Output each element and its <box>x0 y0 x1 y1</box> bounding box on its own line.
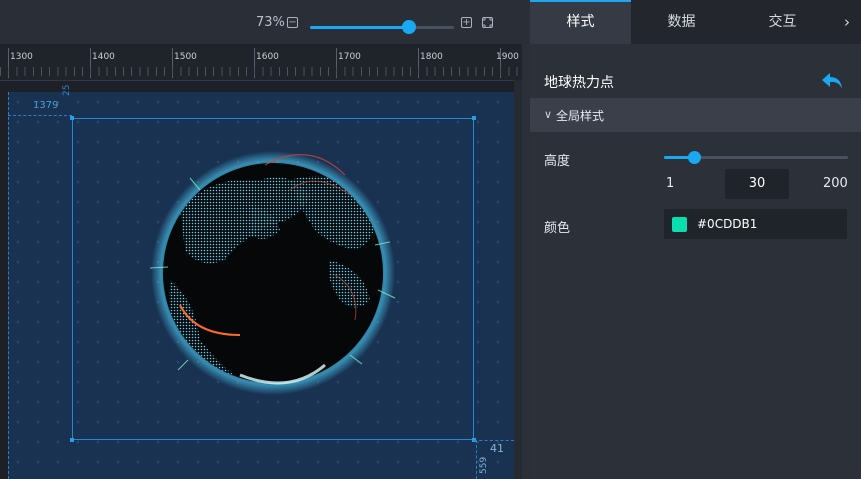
resize-handle[interactable] <box>472 116 476 120</box>
ruler-tick-label: 1500 <box>174 52 197 62</box>
ruler-minor-ticks <box>0 67 522 76</box>
color-label: 颜色 <box>544 221 571 236</box>
chevron-down-icon: ∨ <box>544 108 553 121</box>
canvas-area: 73% − + 1300 1400 1500 1600 1700 1800 19… <box>0 0 530 479</box>
globe-heatmap-preview <box>149 151 396 395</box>
height-label: 高度 <box>544 154 571 169</box>
guide-line-bottom <box>474 440 514 441</box>
ruler-tick-label: 1400 <box>92 52 115 62</box>
left-offset-label: 1379 <box>33 100 59 111</box>
zoom-out-icon[interactable]: − <box>287 17 298 28</box>
ruler-tick-label: 1800 <box>420 52 443 62</box>
section-global-style[interactable]: ∨ 全局样式 <box>530 98 861 132</box>
height-max-label: 200 <box>823 176 848 191</box>
ruler-tick-label: 1900 <box>496 52 519 62</box>
color-picker[interactable]: #0CDDB1 <box>664 209 847 239</box>
height-slider-handle[interactable] <box>688 151 701 164</box>
resize-handle[interactable] <box>70 116 74 120</box>
vertical-scrollbar[interactable] <box>514 80 522 479</box>
width-offset-label: 41 <box>490 442 504 455</box>
component-title: 地球热力点 <box>544 75 614 91</box>
zoom-slider-handle[interactable] <box>402 20 416 34</box>
height-min-label: 1 <box>666 176 675 191</box>
panel-splitter[interactable] <box>522 44 530 479</box>
guide-line-bottom-vertical <box>476 440 477 479</box>
color-hex-value: #0CDDB1 <box>697 217 758 231</box>
guide-line-vertical <box>8 92 9 479</box>
tab-interaction[interactable]: 交互 <box>732 0 833 44</box>
guide-line-horizontal <box>8 115 72 116</box>
zoom-toolbar: 73% − + <box>0 0 530 44</box>
height-offset-label: 559 <box>479 456 489 474</box>
zoom-in-icon[interactable]: + <box>461 17 472 28</box>
vertical-offset-label: 25 <box>62 84 72 96</box>
ruler-tick-label: 1300 <box>10 52 33 62</box>
undo-arrow-icon[interactable] <box>819 70 845 92</box>
section-label: 全局样式 <box>556 109 605 123</box>
tabs-more-chevron-icon[interactable]: › <box>833 0 861 44</box>
color-swatch[interactable] <box>672 217 687 232</box>
tab-style[interactable]: 样式 <box>530 0 631 44</box>
ruler-tick-label: 1700 <box>338 52 361 62</box>
fit-screen-icon[interactable] <box>482 17 493 28</box>
tab-data[interactable]: 数据 <box>631 0 732 44</box>
panel-tabs: 样式 数据 交互 › <box>530 0 861 44</box>
resize-handle[interactable] <box>70 438 74 442</box>
property-panel: 样式 数据 交互 › 地球热力点 ∨ 全局样式 高度 1 30 200 颜色 #… <box>530 0 861 479</box>
height-input[interactable]: 30 <box>725 169 789 199</box>
zoom-percent: 73% <box>256 15 285 30</box>
ruler-tick-label: 1600 <box>256 52 279 62</box>
zoom-slider-fill <box>310 26 410 29</box>
